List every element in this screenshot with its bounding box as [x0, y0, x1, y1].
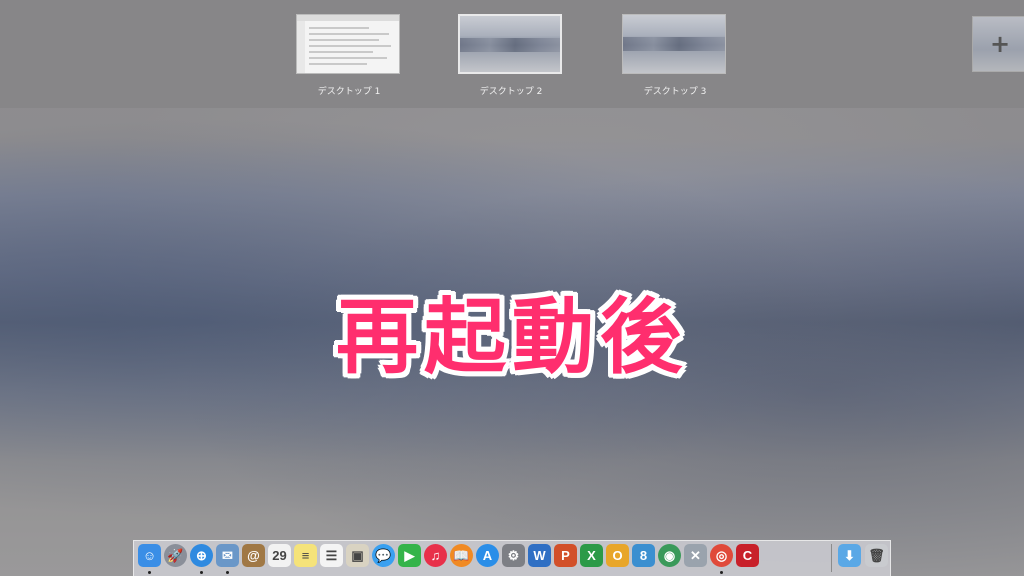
chrome-icon[interactable]: ◎: [710, 544, 733, 574]
dock: ☺ 🚀 ⊕ ✉ @29 ≡ ☰ ▣ 💬 ▶ ♫ 📖 A ⚙ W P X O 8 ◉ ✕ ◎ C ⬇ 🗑: [133, 540, 891, 576]
word-icon[interactable]: W: [528, 544, 551, 567]
finder-icon[interactable]: ☺: [138, 544, 161, 574]
running-indicator: [200, 571, 203, 574]
space-thumbnail[interactable]: [622, 14, 726, 74]
trash-icon[interactable]: 🗑: [865, 544, 888, 567]
dock-stacks: ⬇ 🗑: [838, 544, 888, 567]
calendar-icon[interactable]: 29: [268, 544, 291, 567]
network-utility-icon[interactable]: ◉: [658, 544, 681, 567]
add-space-button[interactable]: +: [972, 16, 1024, 72]
system-preferences-icon[interactable]: ⚙: [502, 544, 525, 567]
spaces-bar: デスクトップ 1 デスクトップ 2 デスクトップ 3 +: [0, 0, 1024, 108]
messages-icon[interactable]: 💬: [372, 544, 395, 567]
space-desktop-2[interactable]: デスクトップ 2: [458, 14, 564, 97]
safari-icon[interactable]: ⊕: [190, 544, 213, 574]
space-label: デスクトップ 2: [479, 87, 543, 97]
facetime-icon[interactable]: ▶: [398, 544, 421, 567]
dock-separator: [831, 544, 832, 572]
launchpad-icon[interactable]: 🚀: [164, 544, 187, 567]
overlay-caption: 再起動後: [335, 290, 688, 385]
downloads-folder-icon[interactable]: ⬇: [838, 544, 861, 567]
reminders-icon[interactable]: ☰: [320, 544, 343, 567]
space-thumbnail[interactable]: [458, 14, 562, 74]
ibooks-icon[interactable]: 📖: [450, 544, 473, 567]
space-label: デスクトップ 3: [643, 87, 707, 97]
space-desktop-3[interactable]: デスクトップ 3: [622, 14, 728, 97]
coke-icon[interactable]: C: [736, 544, 759, 567]
excel-icon[interactable]: X: [580, 544, 603, 567]
space-label: デスクトップ 1: [317, 87, 381, 97]
dock-apps: ☺ 🚀 ⊕ ✉ @29 ≡ ☰ ▣ 💬 ▶ ♫ 📖 A ⚙ W P X O 8 ◉ ✕ ◎ C: [138, 544, 759, 574]
notes-icon[interactable]: ≡: [294, 544, 317, 567]
preview-icon[interactable]: ▣: [346, 544, 369, 567]
app-store-icon[interactable]: A: [476, 544, 499, 567]
mail-icon[interactable]: ✉: [216, 544, 239, 574]
running-indicator: [226, 571, 229, 574]
contacts-icon[interactable]: @: [242, 544, 265, 567]
scripts-icon[interactable]: ✕: [684, 544, 707, 567]
itunes-icon[interactable]: ♫: [424, 544, 447, 567]
powerpoint-icon[interactable]: P: [554, 544, 577, 567]
running-indicator: [720, 571, 723, 574]
outlook-icon[interactable]: O: [606, 544, 629, 567]
lync-icon[interactable]: 8: [632, 544, 655, 567]
space-desktop-1[interactable]: デスクトップ 1: [296, 14, 402, 97]
space-thumbnail[interactable]: [296, 14, 400, 74]
running-indicator: [148, 571, 151, 574]
plus-icon: +: [989, 30, 1011, 58]
